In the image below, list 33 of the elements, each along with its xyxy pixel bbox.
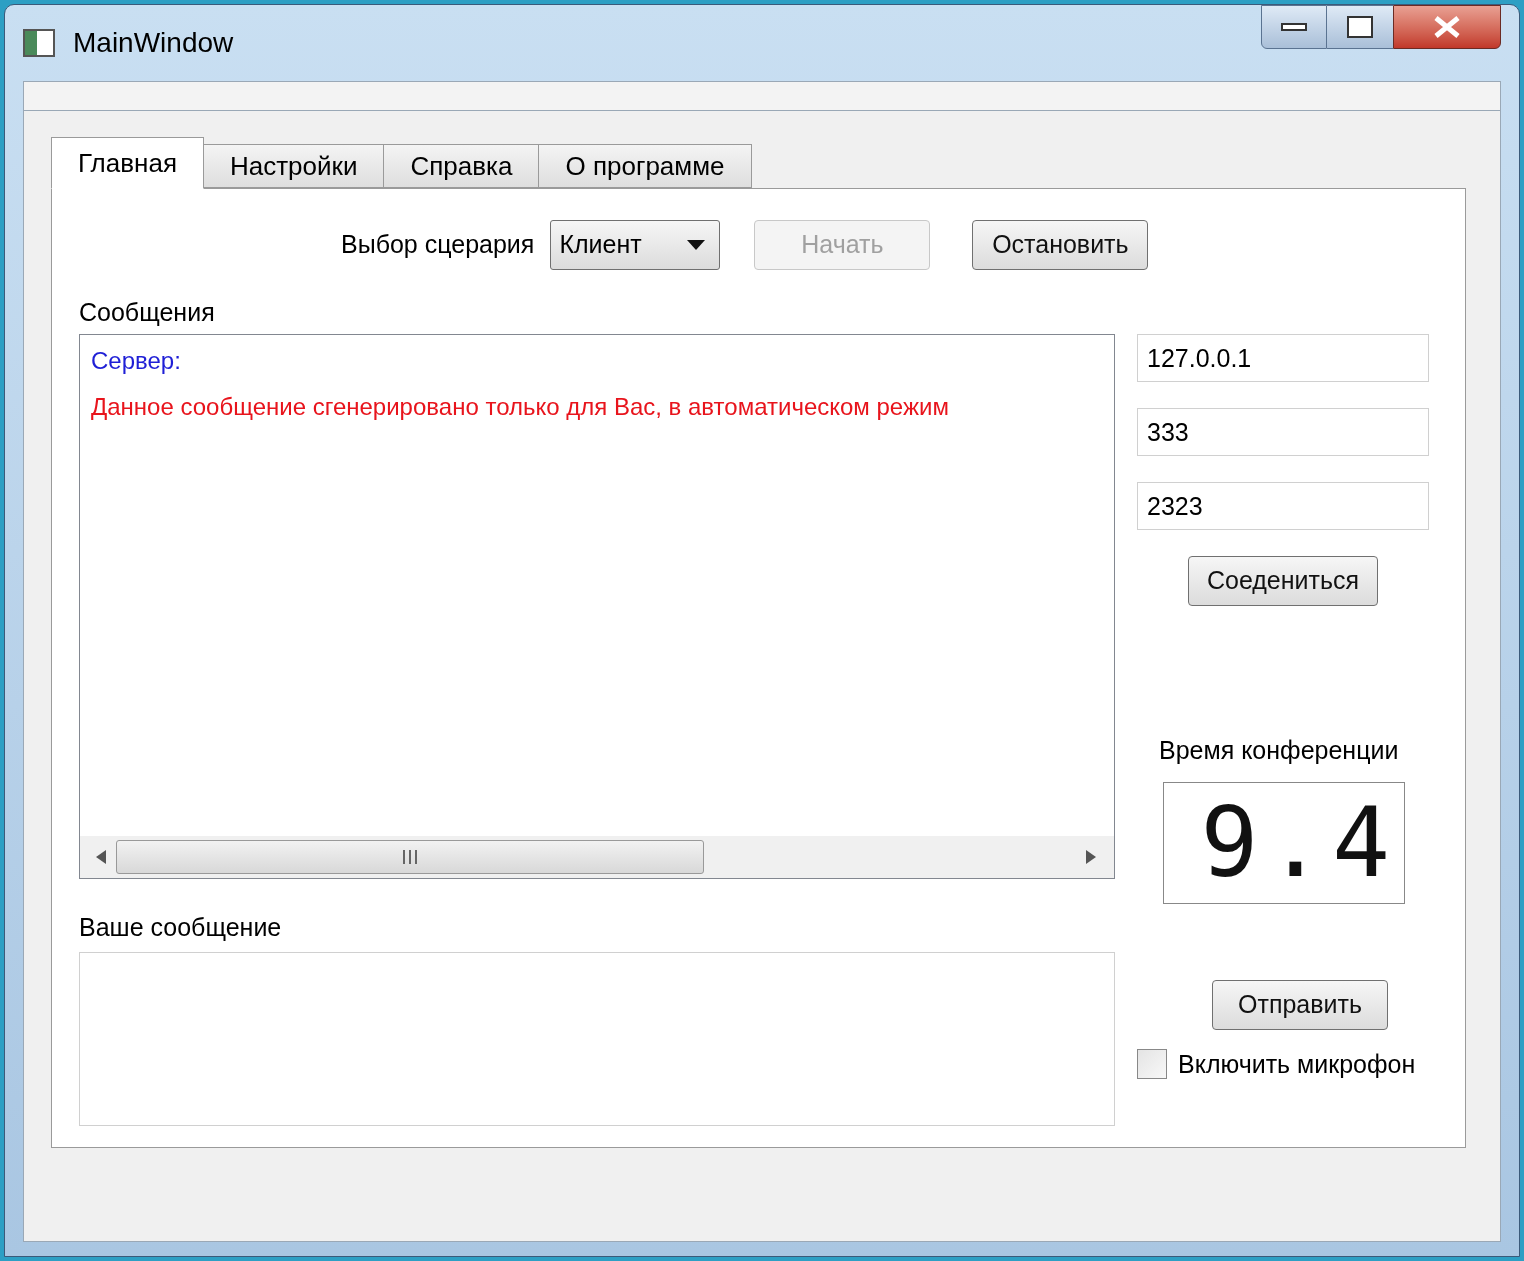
your-message-label: Ваше сообщение xyxy=(79,912,283,943)
app-icon xyxy=(23,29,55,57)
button[interactable]: Отправить xyxy=(1212,979,1388,1030)
lcd-reading: 9.4 xyxy=(1200,794,1398,891)
close-button[interactable] xyxy=(1393,5,1501,49)
input-field[interactable]: 127.0.0.1 xyxy=(1137,334,1429,382)
scenario-label: Выбор сцерария xyxy=(341,229,535,261)
scenario-dropdown[interactable]: Клиент xyxy=(550,220,721,270)
scroll-right-icon xyxy=(1086,850,1096,864)
maximize-button[interactable] xyxy=(1327,5,1393,49)
button[interactable]: Соедениться xyxy=(1188,556,1378,606)
caret-icon xyxy=(687,240,706,250)
minimize-button[interactable] xyxy=(1261,5,1327,49)
button[interactable]: Остановить xyxy=(972,220,1149,270)
message-line: Данное сообщение сгенерировано только для Вас, в автоматическом режим xyxy=(91,392,950,422)
message-input[interactable] xyxy=(79,952,1115,1126)
input-field[interactable]: 2323 xyxy=(1137,482,1429,530)
tab[interactable]: О программе xyxy=(538,144,752,188)
message-line: Сервер: xyxy=(91,346,182,376)
scrollbar-thumb[interactable] xyxy=(116,840,704,874)
input-field[interactable]: 333 xyxy=(1137,408,1429,456)
tab[interactable]: Справка xyxy=(383,144,540,188)
close-icon xyxy=(1432,15,1462,39)
scroll-left-icon xyxy=(96,850,106,864)
conference-time-label: Время конференции xyxy=(1159,735,1400,766)
microphone-label: Включить микрофон xyxy=(1178,1048,1416,1080)
tab[interactable]: Настройки xyxy=(202,144,385,188)
checkbox[interactable] xyxy=(1137,1049,1167,1080)
messages-label: Сообщения xyxy=(79,297,216,328)
horizontal-scrollbar[interactable] xyxy=(80,836,1114,878)
window-title: MainWindow xyxy=(73,26,234,60)
grip-icon xyxy=(402,850,418,864)
tab[interactable]: Главная xyxy=(51,137,204,189)
